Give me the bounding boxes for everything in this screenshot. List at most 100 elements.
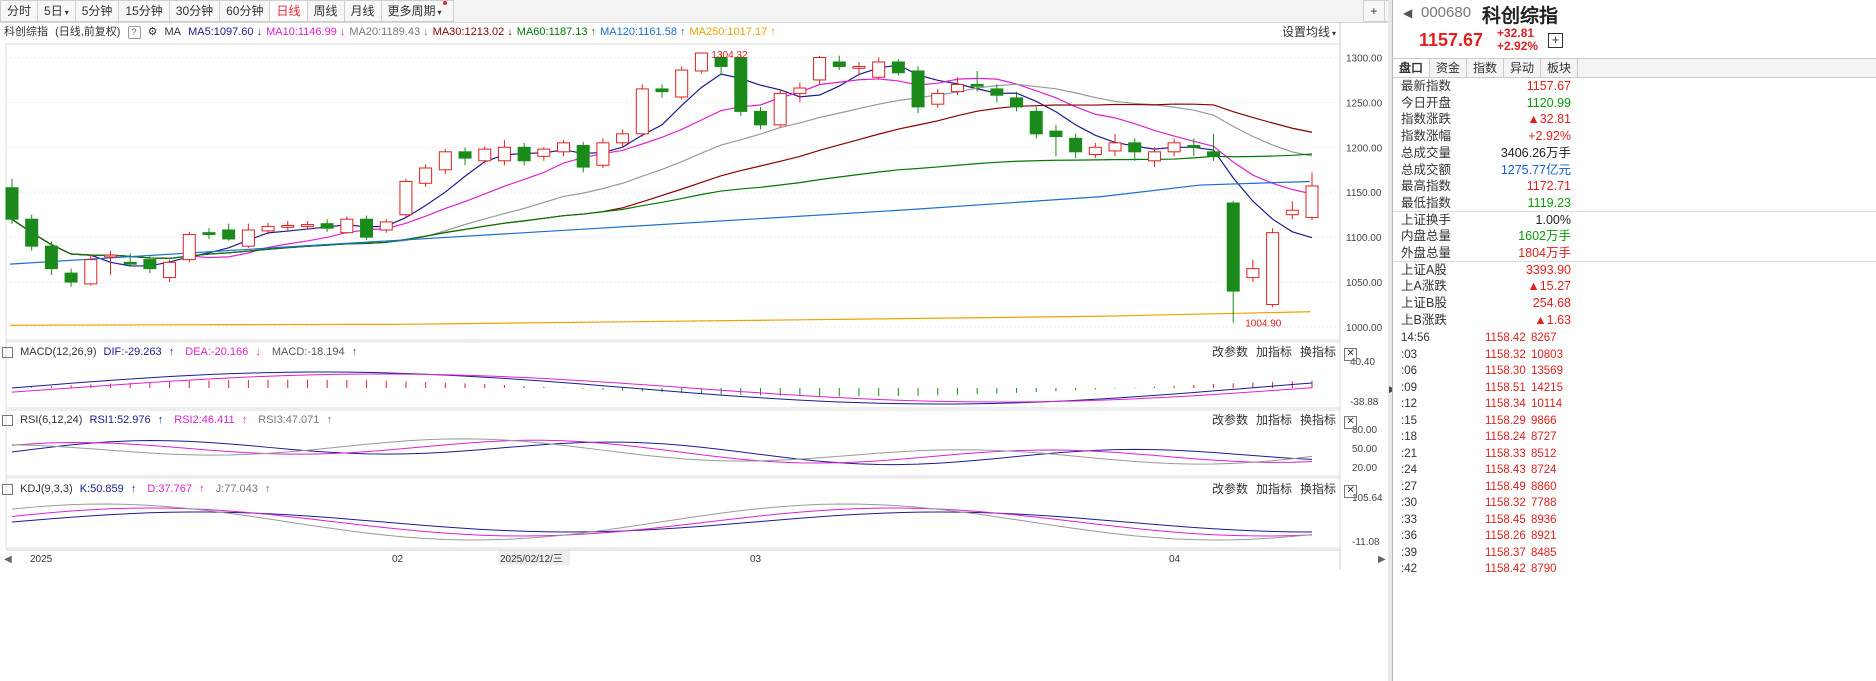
candle-body [1049, 130, 1063, 138]
tick-time: :18 [1401, 431, 1417, 443]
close-icon[interactable]: ✕ [1344, 348, 1358, 361]
dif-value: DIF:-29.263 ↑ [103, 346, 175, 358]
tick-row[interactable]: :03 1158.32 10803 [1393, 347, 1876, 363]
candle-body [241, 229, 255, 247]
panel-tab-2[interactable]: 指数 [1467, 59, 1504, 77]
quote-row: 上B涨跌 ▲1.63 [1401, 312, 1571, 328]
tick-price: 1158.32 [1485, 497, 1526, 509]
tick-volume: 8921 [1531, 530, 1557, 542]
add-indicator-button[interactable]: 加指标 [1256, 482, 1292, 496]
tick-time: :39 [1401, 546, 1417, 559]
collapse-icon[interactable] [2, 414, 13, 426]
tick-price: 1158.49 [1485, 480, 1526, 493]
quote-value: 1157.67 [1526, 79, 1571, 93]
tick-time: :09 [1401, 381, 1417, 394]
tick-price: 1158.43 [1485, 464, 1526, 476]
close-icon[interactable]: ✕ [1344, 485, 1358, 498]
scroll-right-icon: ▶ [1378, 554, 1386, 565]
candle-body [163, 261, 177, 279]
candle-body [635, 88, 649, 135]
tick-row[interactable]: :21 1158.33 8512 [1393, 446, 1876, 462]
rsi2-value: RSI2:46.411 ↑ [174, 414, 248, 426]
tick-price: 1158.26 [1485, 530, 1526, 542]
candle-body [340, 218, 354, 234]
panel-tab-3[interactable]: 异动 [1504, 59, 1541, 77]
tick-time: 14:56 [1401, 332, 1430, 344]
candle-body [1187, 145, 1201, 148]
tick-row[interactable]: :12 1158.34 10114 [1393, 396, 1876, 412]
tick-row[interactable]: :42 1158.42 8790 [1393, 561, 1876, 577]
swap-indicator-button[interactable]: 换指标 [1300, 413, 1336, 427]
candle-body [1167, 142, 1181, 153]
collapse-icon[interactable] [2, 346, 13, 358]
quote-row: 外盘总量 1804万手 [1401, 245, 1571, 261]
back-arrow-icon[interactable]: ◀ [1403, 6, 1412, 20]
panel-tab-0[interactable]: 盘口 [1393, 59, 1430, 77]
candle-body [222, 229, 236, 240]
tick-time: :27 [1401, 480, 1417, 493]
candle-body [182, 233, 196, 261]
quote-row: 指数涨幅 +2.92% [1401, 128, 1571, 144]
swap-indicator-button[interactable]: 换指标 [1300, 482, 1336, 496]
candle-body [399, 180, 413, 216]
add-watchlist-button[interactable]: + [1548, 33, 1563, 48]
tick-volume: 7788 [1531, 497, 1557, 509]
tick-row[interactable]: :09 1158.51 14215 [1393, 380, 1876, 396]
tick-row[interactable]: :33 1158.45 8936 [1393, 512, 1876, 528]
kline-chart[interactable]: 1300.00 1250.00 1200.00 1150.00 1100.00 1050.… [0, 0, 1388, 681]
ma10-line [11, 77, 1313, 260]
tick-time: :03 [1401, 348, 1417, 361]
candle-body [1226, 202, 1240, 292]
change-params-button[interactable]: 改参数 [1212, 482, 1248, 496]
tick-price: 1158.29 [1485, 414, 1526, 427]
tick-row[interactable]: :06 1158.30 13569 [1393, 363, 1876, 379]
tick-row[interactable]: :30 1158.32 7788 [1393, 495, 1876, 511]
candle-body [1246, 268, 1260, 279]
tick-time: :36 [1401, 530, 1417, 542]
quote-row: 总成交量 3406.26万手 [1401, 145, 1571, 161]
quote-row: 上证换手 1.00% [1401, 212, 1571, 228]
candle-body [950, 83, 964, 93]
candle-body [438, 151, 452, 171]
tick-row[interactable]: :18 1158.24 8727 [1393, 429, 1876, 445]
candle-body [25, 218, 39, 247]
tick-row[interactable]: :27 1158.49 8860 [1393, 479, 1876, 495]
swap-indicator-button[interactable]: 换指标 [1300, 345, 1336, 359]
tick-volume: 14215 [1531, 381, 1563, 394]
tick-row[interactable]: :15 1158.29 9866 [1393, 413, 1876, 429]
kdj-tools: 改参数 加指标 换指标 ✕ [1212, 481, 1365, 498]
macd-tick-label: -38.88 [1350, 397, 1379, 408]
tick-time: :33 [1401, 513, 1417, 526]
rsi-tick-label: 20.00 [1352, 463, 1377, 474]
dea-value: DEA:-20.166 ↓ [185, 346, 261, 358]
panel-tab-1[interactable]: 资金 [1430, 59, 1467, 77]
quote-value: ▲32.81 [1527, 112, 1571, 127]
time-label: 02 [392, 554, 404, 565]
tick-row[interactable]: :24 1158.43 8724 [1393, 462, 1876, 478]
quote-label: 最低指数 [1401, 195, 1452, 210]
collapse-icon[interactable] [2, 483, 13, 495]
quote-label: 上证A股 [1401, 262, 1447, 277]
quote-label: 上A涨跌 [1401, 279, 1447, 294]
close-icon[interactable]: ✕ [1344, 416, 1358, 429]
candle-body [655, 88, 669, 93]
candle-body [872, 61, 886, 78]
add-indicator-button[interactable]: 加指标 [1256, 413, 1292, 427]
j-value: J:77.043 ↑ [215, 483, 271, 495]
price-tick-label: 1300.00 [1346, 53, 1383, 64]
candle-body [1069, 137, 1083, 153]
change-params-button[interactable]: 改参数 [1212, 345, 1248, 359]
quote-label: 总成交额 [1401, 162, 1452, 177]
candle-body [360, 218, 374, 238]
candle-body [537, 148, 551, 157]
tick-row[interactable]: :39 1158.37 8485 [1393, 545, 1876, 561]
candle-body [675, 69, 689, 98]
tick-row[interactable]: :36 1158.26 8921 [1393, 528, 1876, 544]
panel-tab-4[interactable]: 板块 [1541, 59, 1578, 77]
change-params-button[interactable]: 改参数 [1212, 413, 1248, 427]
tick-row[interactable]: 14:56 1158.42 8267 [1393, 330, 1876, 346]
quote-value: 254.68 [1532, 296, 1571, 311]
candle-body [44, 245, 58, 270]
tick-volume: 10114 [1531, 398, 1563, 410]
add-indicator-button[interactable]: 加指标 [1256, 345, 1292, 359]
